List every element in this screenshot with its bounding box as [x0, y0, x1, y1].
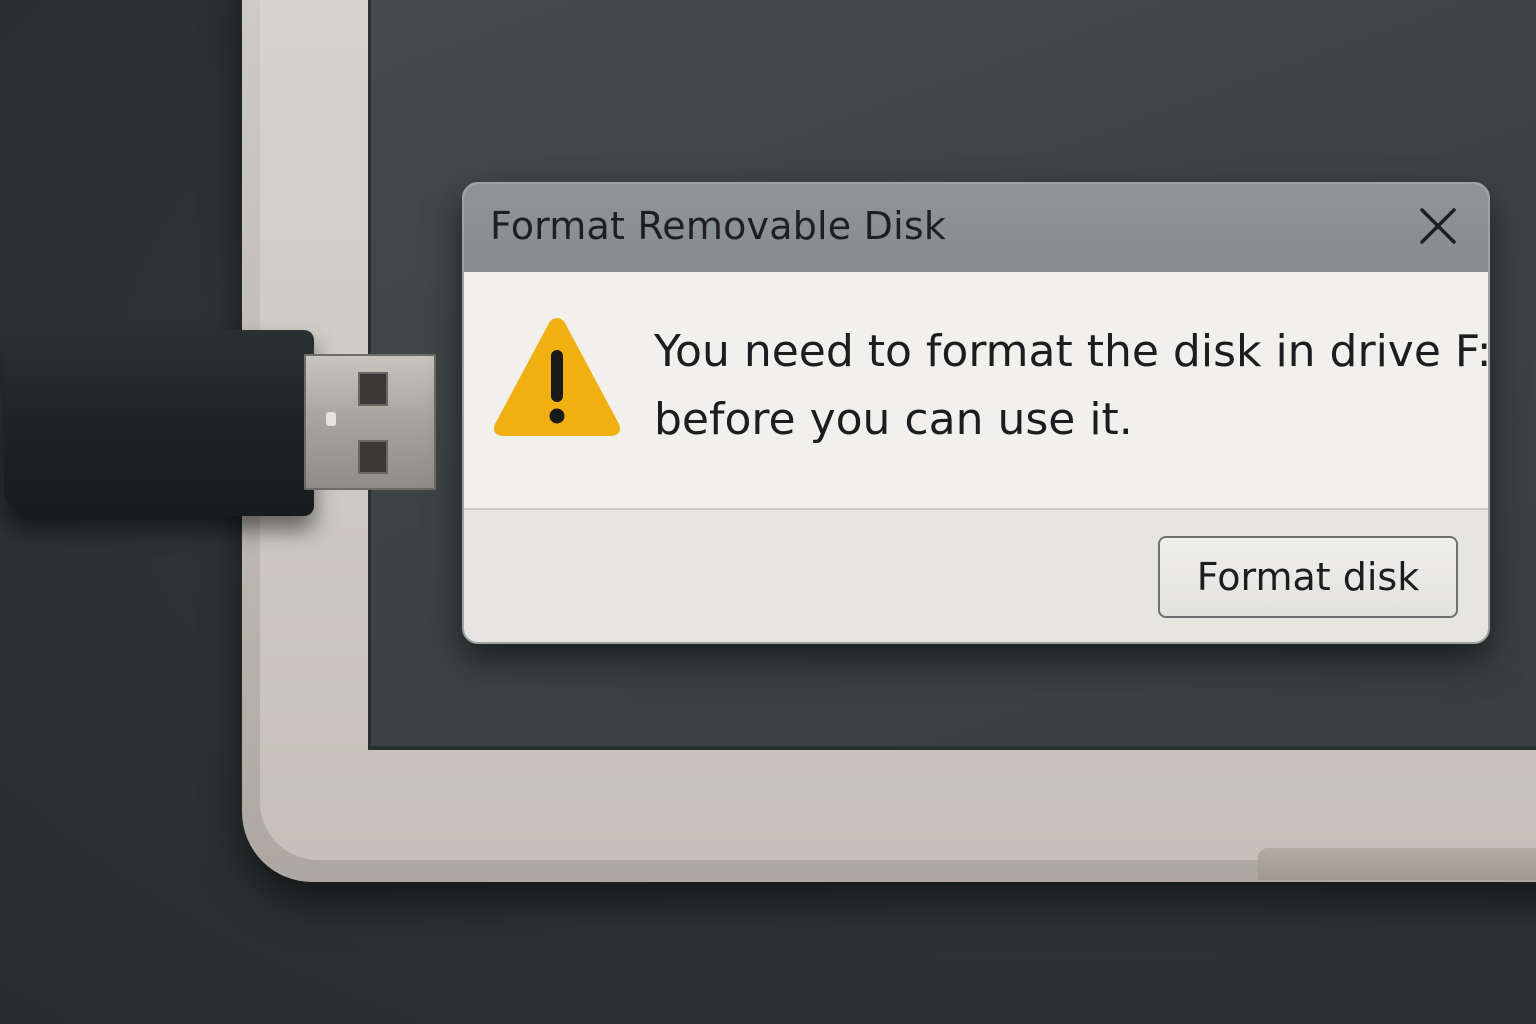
dialog-message: You need to format the disk in drive F: …	[654, 318, 1490, 454]
usb-connector-hole	[358, 372, 388, 406]
dialog-title: Format Removable Disk	[490, 204, 947, 248]
format-disk-button[interactable]: Format disk	[1158, 536, 1458, 618]
dialog-footer: Format disk	[464, 510, 1488, 642]
dialog-message-line: You need to format the disk in drive F:	[654, 326, 1490, 377]
laptop-hinge-notch	[1258, 848, 1536, 880]
usb-connector-hole	[358, 440, 388, 474]
dialog-titlebar[interactable]: Format Removable Disk	[464, 184, 1488, 272]
usb-drive-connector	[304, 354, 436, 490]
format-disk-dialog: Format Removable Disk You need to format…	[462, 182, 1490, 644]
warning-icon	[493, 318, 621, 436]
dialog-content: You need to format the disk in drive F: …	[464, 272, 1488, 510]
usb-drive-body	[4, 330, 314, 516]
dialog-message-line: before you can use it.	[654, 394, 1133, 445]
close-button[interactable]	[1412, 200, 1464, 252]
close-icon	[1420, 208, 1456, 244]
usb-connector-contact	[326, 412, 336, 426]
